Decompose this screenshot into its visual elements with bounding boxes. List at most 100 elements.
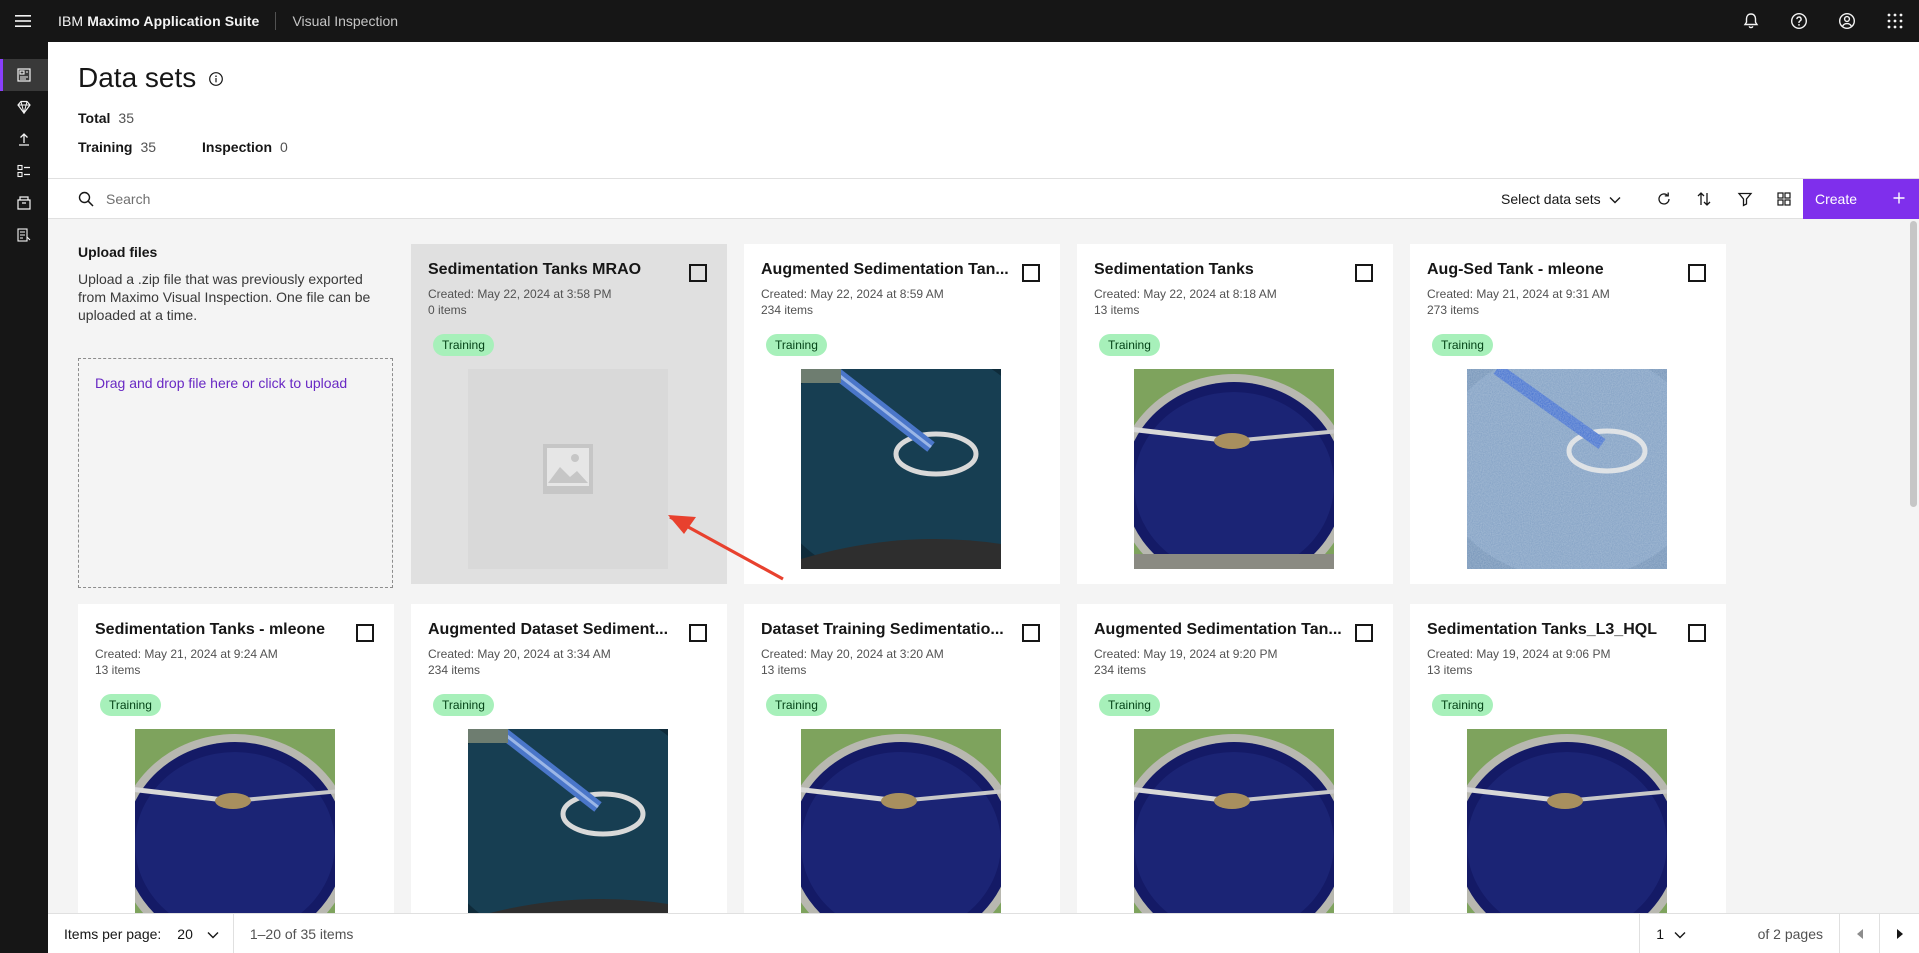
card-title: Dataset Training Sedimentatio... xyxy=(761,621,1004,638)
filter-icon[interactable] xyxy=(1725,179,1765,219)
dataset-card[interactable]: Sedimentation Tanks - mleone Created: May… xyxy=(78,604,394,913)
training-tag: Training xyxy=(433,334,494,356)
card-title: Sedimentation Tanks - mleone xyxy=(95,621,325,638)
sort-icon[interactable] xyxy=(1684,179,1724,219)
pagination: Items per page: 20 1–20 of 35 items 1 of… xyxy=(48,913,1919,953)
dataset-card[interactable]: Dataset Training Sedimentatio... Created:… xyxy=(744,604,1060,913)
chevron-down-icon xyxy=(1609,191,1621,207)
card-title: Augmented Dataset Sediment... xyxy=(428,621,669,638)
models-icon[interactable] xyxy=(0,91,48,123)
dataset-card[interactable]: Augmented Sedimentation Tan... Created: M… xyxy=(744,244,1060,584)
select-data-sets-dropdown[interactable]: Select data sets xyxy=(1501,179,1621,219)
card-created: Created: May 22, 2024 at 8:18 AM xyxy=(1094,287,1277,301)
card-created: Created: May 19, 2024 at 9:06 PM xyxy=(1427,647,1611,661)
card-created: Created: May 21, 2024 at 9:31 AM xyxy=(1427,287,1610,301)
training-tag: Training xyxy=(1099,694,1160,716)
card-thumbnail xyxy=(1467,369,1667,569)
card-title: Augmented Sedimentation Tan... xyxy=(1094,621,1342,638)
next-page-icon[interactable] xyxy=(1879,914,1919,953)
create-button[interactable]: Create xyxy=(1803,179,1919,219)
app-switcher-icon[interactable] xyxy=(1871,0,1919,42)
card-checkbox[interactable] xyxy=(1688,624,1706,642)
reports-icon[interactable] xyxy=(0,219,48,251)
card-title: Sedimentation Tanks MRAO xyxy=(428,261,642,278)
card-thumbnail xyxy=(1134,369,1334,569)
projects-icon[interactable] xyxy=(0,155,48,187)
card-item-count: 13 items xyxy=(95,663,141,677)
deploy-icon[interactable] xyxy=(0,123,48,155)
page-title-text: Data sets xyxy=(78,62,197,93)
total-stat: Total 35 xyxy=(78,110,134,126)
refresh-icon[interactable] xyxy=(1644,179,1684,219)
upload-panel: Upload files Upload a .zip file that was… xyxy=(78,244,393,324)
card-thumbnail xyxy=(801,369,1001,569)
card-thumbnail xyxy=(801,729,1001,913)
search-input[interactable] xyxy=(106,190,1206,207)
brand-name[interactable]: IBM Maximo Application Suite xyxy=(46,13,275,29)
training-tag: Training xyxy=(766,694,827,716)
file-dropzone[interactable]: Drag and drop file here or click to uplo… xyxy=(78,358,393,588)
training-tag: Training xyxy=(1432,694,1493,716)
inspection-label: Inspection xyxy=(202,139,273,155)
card-checkbox[interactable] xyxy=(1022,624,1040,642)
total-pages: of 2 pages xyxy=(1757,926,1823,942)
card-created: Created: May 22, 2024 at 3:58 PM xyxy=(428,287,612,301)
card-item-count: 13 items xyxy=(761,663,807,677)
menu-icon[interactable] xyxy=(0,0,46,42)
card-item-count: 273 items xyxy=(1427,303,1480,317)
card-created: Created: May 20, 2024 at 3:20 AM xyxy=(761,647,944,661)
info-icon[interactable] xyxy=(208,62,224,94)
top-header: IBM Maximo Application Suite Visual Insp… xyxy=(0,0,1919,42)
page-header: Data sets Total 35 Training 35 Inspection 0 xyxy=(48,42,1919,179)
dataset-card[interactable]: Aug-Sed Tank - mleone Created: May 21, 20… xyxy=(1410,244,1726,584)
dataset-card[interactable]: Sedimentation Tanks_L3_HQL Created: May 1… xyxy=(1410,604,1726,913)
card-thumbnail xyxy=(468,729,668,913)
items-per-page-label: Items per page: xyxy=(64,925,162,942)
annotation-arrow xyxy=(668,515,784,581)
select-data-sets-label: Select data sets xyxy=(1501,191,1601,207)
scrollbar-thumb[interactable] xyxy=(1910,221,1917,507)
toolbar: Select data sets Create xyxy=(48,179,1919,219)
dataset-card[interactable]: Augmented Sedimentation Tan... Created: M… xyxy=(1077,604,1393,913)
dataset-card[interactable]: Augmented Dataset Sediment... Created: Ma… xyxy=(411,604,727,913)
card-checkbox[interactable] xyxy=(689,264,707,282)
card-checkbox[interactable] xyxy=(1355,264,1373,282)
card-checkbox[interactable] xyxy=(1688,264,1706,282)
training-stat: Training 35 xyxy=(78,139,156,155)
page-number: 1 xyxy=(1656,926,1664,942)
dropzone-label: Drag and drop file here or click to uplo… xyxy=(95,375,348,391)
card-thumbnail xyxy=(1467,729,1667,913)
card-item-count: 13 items xyxy=(1427,663,1473,677)
grid-view-icon[interactable] xyxy=(1764,179,1804,219)
page-number-select[interactable]: 1 xyxy=(1639,914,1714,953)
card-thumbnail xyxy=(135,729,335,913)
dataset-card[interactable]: Sedimentation Tanks Created: May 22, 2024… xyxy=(1077,244,1393,584)
notification-icon[interactable] xyxy=(1727,0,1775,42)
chevron-down-icon xyxy=(1674,926,1686,942)
datasets-icon[interactable] xyxy=(0,59,48,91)
inventory-icon[interactable] xyxy=(0,187,48,219)
inspection-value: 0 xyxy=(280,139,288,155)
training-tag: Training xyxy=(433,694,494,716)
items-per-page-select[interactable]: 20 xyxy=(161,913,234,953)
card-created: Created: May 22, 2024 at 8:59 AM xyxy=(761,287,944,301)
help-icon[interactable] xyxy=(1775,0,1823,42)
items-range: 1–20 of 35 items xyxy=(249,925,354,942)
scrollbar[interactable] xyxy=(1908,219,1919,913)
card-item-count: 234 items xyxy=(1094,663,1147,677)
card-checkbox[interactable] xyxy=(1355,624,1373,642)
training-tag: Training xyxy=(1432,334,1493,356)
previous-page-icon[interactable] xyxy=(1839,914,1879,953)
training-tag: Training xyxy=(1099,334,1160,356)
card-checkbox[interactable] xyxy=(356,624,374,642)
upload-title: Upload files xyxy=(78,244,158,260)
total-label: Total xyxy=(78,110,111,126)
chevron-down-icon xyxy=(207,926,219,942)
card-checkbox[interactable] xyxy=(689,624,707,642)
card-created: Created: May 20, 2024 at 3:34 AM xyxy=(428,647,611,661)
card-thumbnail xyxy=(1134,729,1334,913)
create-button-label: Create xyxy=(1815,191,1858,207)
user-avatar-icon[interactable] xyxy=(1823,0,1871,42)
card-checkbox[interactable] xyxy=(1022,264,1040,282)
card-item-count: 234 items xyxy=(428,663,481,677)
